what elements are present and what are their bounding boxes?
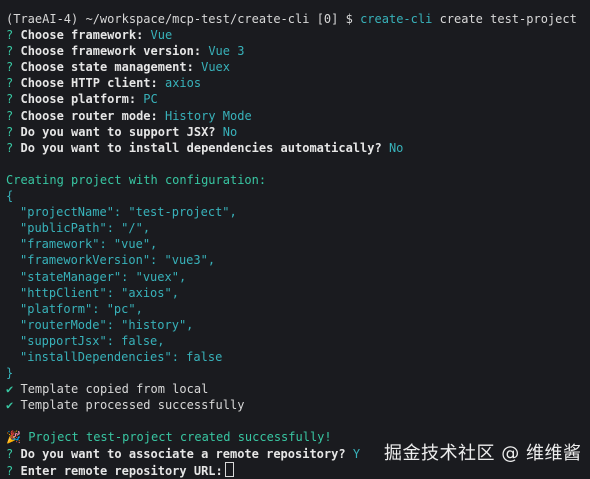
config-entry: "installDependencies": false [20,349,223,364]
question-line: ? Do you want to support JSX? No [6,124,590,140]
question-label: Choose state management: [20,60,194,75]
config-entry: "framework": "vue", [20,237,158,252]
status-text: Template processed successfully [20,398,245,413]
question-answer: Y [352,446,361,461]
prompt-symbol: $ [345,12,353,26]
question-answer: No [388,140,404,155]
question-mark-icon: ? [6,92,14,107]
question-mark-icon: ? [6,60,14,75]
command-line: (TraeAI-4) ~/workspace/mcp-test/create-c… [6,11,590,27]
question-answer: Vue [150,28,173,43]
question-label: Enter remote repository URL: [20,463,223,478]
question-label: Choose framework version: [20,44,202,59]
checkmark-icon: ✔ [6,382,14,397]
question-answer: Vue 3 [208,44,245,59]
party-popper-icon: 🎉 [6,430,21,445]
terminal-window[interactable]: (TraeAI-4) ~/workspace/mcp-test/create-c… [0,0,590,479]
question-answer: axios [164,76,202,91]
question-line: ? Choose state management: Vuex [6,59,590,75]
question-label: Do you want to install dependencies auto… [20,140,382,155]
question-line: ? Choose HTTP client: axios [6,75,590,91]
status-line: ✔ Template copied from local [6,381,590,397]
question-line: ? Choose router mode: History Mode [6,108,590,124]
question-answer: History Mode [164,108,252,123]
question-mark-icon: ? [6,140,14,155]
env-name: (TraeAI-4) [6,12,79,26]
config-entry: "platform": "pc", [20,301,143,316]
question-label: Choose router mode: [20,108,158,123]
question-mark-icon: ? [6,76,14,91]
question-mark-icon: ? [6,44,14,59]
question-line: ? Choose framework: Vue [6,27,590,43]
question-mark-icon: ? [6,108,14,123]
question-line: ? Choose framework version: Vue 3 [6,43,590,59]
command-name: create-cli [360,12,433,26]
config-entry: "httpClient": "axios", [20,285,179,300]
success-text: Project test-project created successfull… [28,430,332,445]
config-entry: "supportJsx": false, [20,333,165,348]
question-answer: Vuex [201,60,230,75]
config-entry: "stateManager": "vuex", [20,269,187,284]
question-label: Do you want to associate a remote reposi… [20,446,346,461]
question-label: Do you want to support JSX? [20,124,216,139]
question-answer: PC [143,92,158,107]
command-args: create test-project [439,12,577,26]
question-label: Choose platform: [20,92,137,107]
question-label: Choose HTTP client: [20,76,158,91]
creating-message: Creating project with configuration: [6,172,267,187]
question-mark-icon: ? [6,446,14,461]
json-open-brace: { [6,189,14,204]
checkmark-icon: ✔ [6,398,14,413]
question-line: ? Choose platform: PC [6,91,590,107]
question-mark-icon: ? [6,463,14,478]
config-entry: "routerMode": "history", [20,317,194,332]
question-answer: No [222,124,238,139]
question-mark-icon: ? [6,28,14,43]
exit-code: [0] [316,12,339,26]
json-close-brace: } [6,366,14,381]
config-entry: "projectName": "test-project", [20,205,237,220]
text-cursor[interactable] [224,461,234,477]
status-text: Template copied from local [20,382,209,397]
question-label: Choose framework: [20,28,144,43]
question-mark-icon: ? [6,124,14,139]
config-entry: "publicPath": "/", [20,221,151,236]
config-entry: "frameworkVersion": "vue3", [20,253,216,268]
question-line: ? Do you want to install dependencies au… [6,140,590,156]
cwd-path: ~/workspace/mcp-test/create-cli [85,12,310,26]
status-line: ✔ Template processed successfully [6,397,590,413]
watermark: 掘金技术社区 @ 维维酱 [384,443,582,464]
